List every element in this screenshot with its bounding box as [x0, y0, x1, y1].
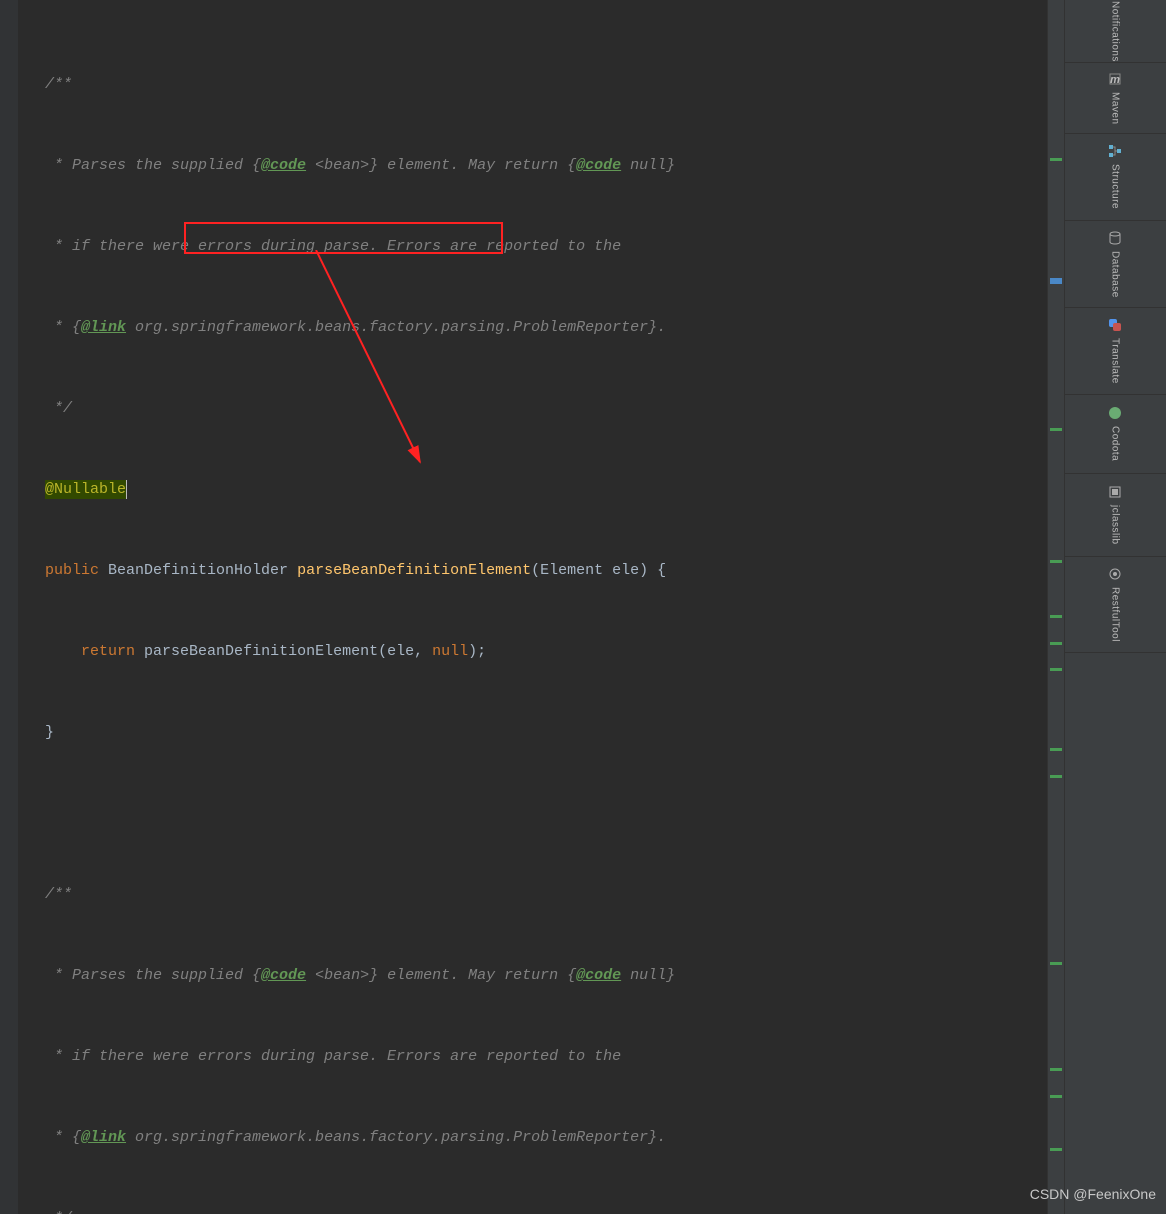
code-line: @Nullable [45, 476, 1048, 503]
tool-structure[interactable]: Structure [1064, 134, 1166, 221]
annotation-highlight-box [184, 222, 503, 254]
database-icon [1108, 231, 1122, 245]
tool-translate[interactable]: Translate [1064, 308, 1166, 395]
gutter [0, 0, 18, 1214]
blank-line [45, 800, 1048, 827]
jclasslib-icon [1108, 485, 1122, 499]
tool-codota[interactable]: Codota [1064, 395, 1166, 474]
code-area[interactable]: /** * Parses the supplied {@code <bean>}… [18, 0, 1048, 1214]
translate-icon [1108, 318, 1122, 332]
codota-icon [1108, 406, 1122, 420]
maven-icon: m [1108, 72, 1122, 86]
code-line: /** [45, 71, 1048, 98]
tool-maven[interactable]: mMaven [1064, 63, 1166, 134]
tool-database[interactable]: Database [1064, 221, 1166, 308]
code-line: * Parses the supplied {@code <bean>} ele… [45, 962, 1048, 989]
code-line: } [45, 719, 1048, 746]
svg-text:m: m [1110, 74, 1120, 86]
tool-notifications[interactable]: Notifications [1064, 0, 1166, 63]
restful-icon [1108, 567, 1122, 581]
scrollbar[interactable] [1048, 0, 1065, 1214]
tool-jclasslib[interactable]: jclasslib [1064, 474, 1166, 557]
code-line: * {@link org.springframework.beans.facto… [45, 1124, 1048, 1151]
tool-restful[interactable]: RestfulTool [1064, 557, 1166, 653]
code-line: */ [45, 395, 1048, 422]
right-sidebar: Notifications mMaven Structure Database … [1047, 0, 1166, 1214]
code-editor[interactable]: /** * Parses the supplied {@code <bean>}… [0, 0, 1048, 1214]
code-line: public BeanDefinitionHolder parseBeanDef… [45, 557, 1048, 584]
watermark: CSDN @FeenixOne [1030, 1181, 1156, 1208]
structure-icon [1108, 144, 1122, 158]
code-line: * Parses the supplied {@code <bean>} ele… [45, 152, 1048, 179]
tool-window-stripe: Notifications mMaven Structure Database … [1064, 0, 1166, 653]
code-line: return parseBeanDefinitionElement(ele, n… [45, 638, 1048, 665]
code-line: * if there were errors during parse. Err… [45, 1043, 1048, 1070]
code-line: * {@link org.springframework.beans.facto… [45, 314, 1048, 341]
code-line: /** [45, 881, 1048, 908]
code-line: */ [45, 1205, 1048, 1214]
